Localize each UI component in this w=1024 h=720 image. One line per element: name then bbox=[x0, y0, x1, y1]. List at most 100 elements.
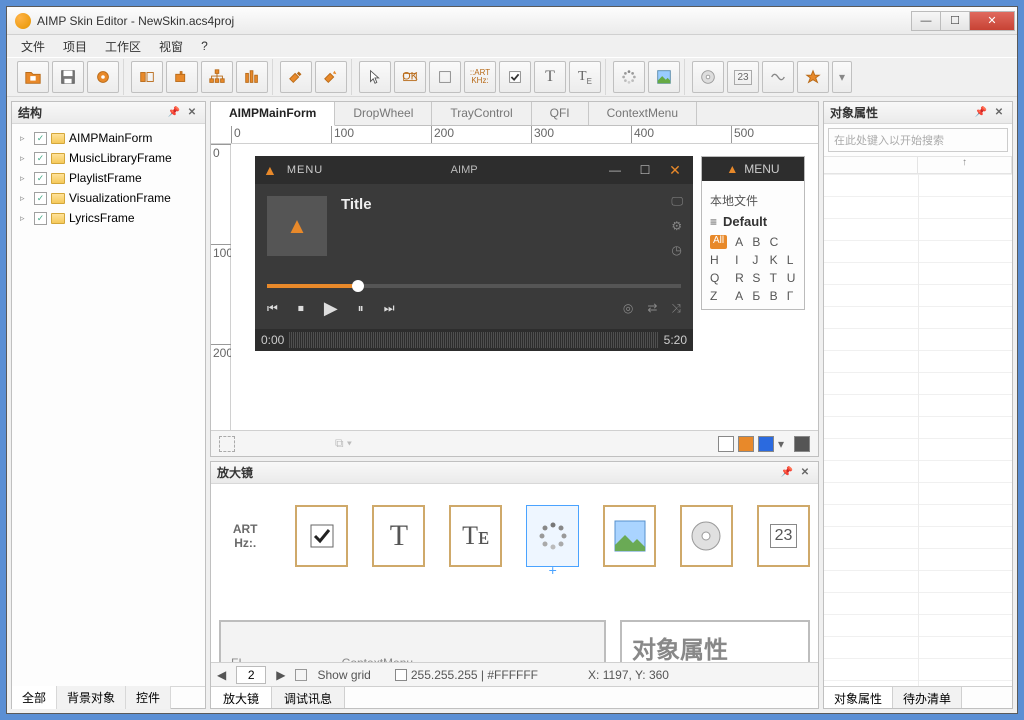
structure-panel: 结构 📌 ✕ ▹✓AIMPMainForm ▹✓MusicLibraryFram… bbox=[11, 101, 206, 709]
columns-button[interactable] bbox=[236, 61, 268, 93]
swatch-orange[interactable] bbox=[738, 436, 754, 452]
menu-workspace[interactable]: 工作区 bbox=[97, 36, 149, 57]
time-end: 5:20 bbox=[664, 333, 687, 347]
swatch-blue[interactable] bbox=[758, 436, 774, 452]
swatch-dark[interactable] bbox=[794, 436, 810, 452]
build-button[interactable] bbox=[280, 61, 312, 93]
image-tool[interactable] bbox=[648, 61, 680, 93]
swatch-white[interactable] bbox=[718, 436, 734, 452]
mag-text: T bbox=[372, 505, 425, 567]
star-tool[interactable] bbox=[797, 61, 829, 93]
property-grid-header[interactable]: ↑ bbox=[824, 156, 1012, 174]
shuffle-icon: ⤨ bbox=[671, 301, 681, 316]
properties-title: 对象属性 bbox=[830, 104, 878, 121]
mag-counter: 23 bbox=[757, 505, 810, 567]
nav-next-icon[interactable]: ▶ bbox=[276, 668, 285, 682]
tab-mainform[interactable]: AIMPMainForm bbox=[211, 102, 335, 126]
tab-controls[interactable]: 控件 bbox=[126, 686, 171, 709]
textedit-tool[interactable]: TE bbox=[569, 61, 601, 93]
property-search[interactable]: 在此处键入以开始搜索 bbox=[828, 128, 1008, 152]
close-panel-icon[interactable]: ✕ bbox=[185, 106, 199, 120]
tab-todo[interactable]: 待办清单 bbox=[893, 687, 962, 708]
tab-all[interactable]: 全部 bbox=[12, 686, 57, 709]
stop-icon: ⏹ bbox=[298, 301, 304, 316]
structure-header: 结构 📌 ✕ bbox=[12, 102, 205, 124]
tab-objprops[interactable]: 对象属性 bbox=[824, 687, 893, 708]
magnifier-title: 放大镜 bbox=[217, 464, 253, 481]
layout2-button[interactable] bbox=[166, 61, 198, 93]
settings-button[interactable] bbox=[87, 61, 119, 93]
minipanel-preview: ▲MENU 本地文件 ≡Default AllABC HIJKL QRSTU Z… bbox=[701, 156, 805, 310]
maximize-button[interactable]: ☐ bbox=[940, 11, 970, 31]
bottom-tabs: 放大镜 调试讯息 bbox=[211, 686, 818, 708]
tab-dropwheel[interactable]: DropWheel bbox=[335, 102, 432, 125]
nav-prev-icon[interactable]: ◀ bbox=[217, 668, 226, 682]
group-icon[interactable]: ⧉ ▾ bbox=[335, 436, 352, 452]
layout1-button[interactable] bbox=[131, 61, 163, 93]
mag-image bbox=[603, 505, 656, 567]
pin-icon[interactable]: 📌 bbox=[167, 106, 181, 120]
close-button[interactable]: ✕ bbox=[969, 11, 1015, 31]
swatch-dropdown-icon[interactable]: ▾ bbox=[778, 437, 784, 451]
mag-disc bbox=[680, 505, 733, 567]
property-grid[interactable] bbox=[824, 174, 1012, 686]
pointer-tool[interactable] bbox=[359, 61, 391, 93]
counter-tool[interactable]: 23 bbox=[727, 61, 759, 93]
tree-item[interactable]: ▹✓VisualizationFrame bbox=[16, 188, 201, 208]
wave-tool[interactable] bbox=[762, 61, 794, 93]
tree-item[interactable]: ▹✓PlaylistFrame bbox=[16, 168, 201, 188]
text-tool[interactable]: T bbox=[534, 61, 566, 93]
menu-project[interactable]: 项目 bbox=[55, 36, 95, 57]
checkbox-tool[interactable] bbox=[499, 61, 531, 93]
save-button[interactable] bbox=[52, 61, 84, 93]
mag-checkbox bbox=[295, 505, 348, 567]
more-tools[interactable]: ▾ bbox=[832, 61, 852, 93]
tab-magnifier[interactable]: 放大镜 bbox=[211, 687, 272, 708]
svg-text:OK: OK bbox=[402, 71, 418, 83]
structure-tree[interactable]: ▹✓AIMPMainForm ▹✓MusicLibraryFrame ▹✓Pla… bbox=[12, 124, 205, 686]
player-logo-icon: ▲ bbox=[263, 162, 277, 178]
arthz-tool[interactable]: ::ARTKHz: bbox=[464, 61, 496, 93]
design-footer: ⧉ ▾ ▾ bbox=[211, 430, 818, 456]
window-title: AIMP Skin Editor - NewSkin.acs4proj bbox=[37, 14, 912, 28]
disc-tool[interactable] bbox=[692, 61, 724, 93]
close-panel-icon[interactable]: ✕ bbox=[798, 466, 812, 480]
zoom-input[interactable] bbox=[236, 666, 266, 684]
tab-contextmenu[interactable]: ContextMenu bbox=[589, 102, 697, 125]
tree-item[interactable]: ▹✓AIMPMainForm bbox=[16, 128, 201, 148]
structure-title: 结构 bbox=[18, 104, 42, 121]
tree-item[interactable]: ▹✓LyricsFrame bbox=[16, 208, 201, 228]
menu-help[interactable]: ? bbox=[193, 37, 216, 55]
autobuild-button[interactable] bbox=[315, 61, 347, 93]
player-max-icon: ☐ bbox=[635, 163, 655, 177]
prev-icon: ⏮ bbox=[267, 301, 278, 316]
hamburger-icon: ≡ bbox=[710, 215, 717, 229]
panel-tool[interactable] bbox=[429, 61, 461, 93]
menu-window[interactable]: 视窗 bbox=[151, 36, 191, 57]
titlebar: AIMP Skin Editor - NewSkin.acs4proj — ☐ … bbox=[7, 7, 1017, 35]
main-area: 结构 📌 ✕ ▹✓AIMPMainForm ▹✓MusicLibraryFram… bbox=[7, 97, 1017, 713]
pin-icon[interactable]: 📌 bbox=[974, 106, 988, 120]
sort-icon[interactable]: ↑ bbox=[918, 157, 1012, 173]
app-window: AIMP Skin Editor - NewSkin.acs4proj — ☐ … bbox=[6, 6, 1018, 714]
showgrid-checkbox[interactable] bbox=[295, 669, 307, 681]
next-icon: ⏭ bbox=[384, 301, 395, 316]
mag-loading: + bbox=[526, 505, 579, 567]
minimize-button[interactable]: — bbox=[911, 11, 941, 31]
hierarchy-button[interactable] bbox=[201, 61, 233, 93]
tab-qfi[interactable]: QFI bbox=[532, 102, 589, 125]
pin-icon[interactable]: 📌 bbox=[780, 466, 794, 480]
loading-tool[interactable] bbox=[613, 61, 645, 93]
tab-traycontrol[interactable]: TrayControl bbox=[432, 102, 531, 125]
open-button[interactable] bbox=[17, 61, 49, 93]
close-panel-icon[interactable]: ✕ bbox=[992, 106, 1006, 120]
color-swatch bbox=[395, 669, 407, 681]
tab-debug[interactable]: 调试讯息 bbox=[272, 687, 345, 708]
ok-tool[interactable]: OK bbox=[394, 61, 426, 93]
tab-bgobjects[interactable]: 背景对象 bbox=[57, 686, 126, 709]
design-canvas[interactable]: ▲ MENU AIMP — ☐ ✕ ▲ Title bbox=[231, 144, 818, 430]
equalizer-icon: ⚙ bbox=[671, 219, 683, 233]
tree-item[interactable]: ▹✓MusicLibraryFrame bbox=[16, 148, 201, 168]
selection-icon[interactable] bbox=[219, 436, 235, 452]
menu-file[interactable]: 文件 bbox=[13, 36, 53, 57]
